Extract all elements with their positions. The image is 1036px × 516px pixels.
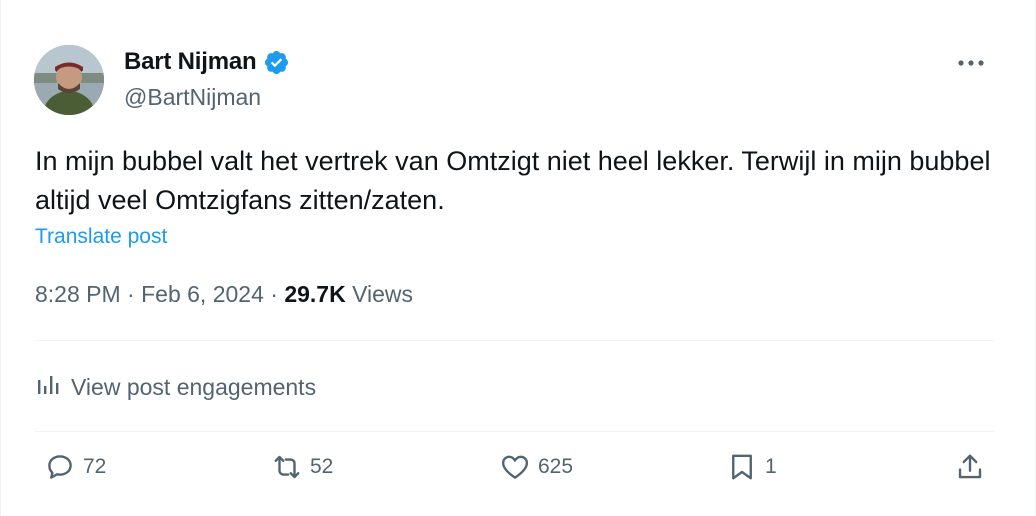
bookmark-button[interactable]: 1 (727, 452, 777, 482)
author-name[interactable]: Bart Nijman (124, 48, 257, 76)
like-button[interactable]: 625 (500, 452, 573, 482)
reply-button[interactable]: 72 (45, 452, 106, 482)
post-meta: 8:28 PM · Feb 6, 2024 · 29.7K Views (35, 281, 413, 308)
views-count: 29.7K (284, 281, 346, 307)
reply-count: 72 (83, 455, 107, 478)
divider (35, 340, 995, 341)
repost-button[interactable]: 52 (272, 452, 333, 482)
tweet-card: Bart Nijman @BartNijman In mijn bubbel v… (0, 0, 1036, 516)
bookmark-icon (732, 454, 752, 480)
post-time[interactable]: 8:28 PM (35, 281, 121, 307)
repost-count: 52 (310, 455, 334, 478)
action-bar: 72 52 625 1 (35, 452, 995, 494)
repost-arrows-icon (274, 455, 300, 479)
verified-badge-icon[interactable] (263, 49, 290, 76)
author-name-row: Bart Nijman (124, 48, 290, 76)
share-upload-icon (958, 454, 982, 479)
post-date[interactable]: Feb 6, 2024 (141, 281, 264, 307)
author-handle[interactable]: @BartNijman (124, 84, 261, 111)
bar-chart-icon (35, 371, 61, 403)
translate-post-link[interactable]: Translate post (35, 225, 167, 249)
meta-separator: · (270, 281, 278, 307)
more-horizontal-icon[interactable] (951, 50, 991, 76)
engagements-label: View post engagements (71, 373, 317, 400)
bookmark-count: 1 (765, 455, 777, 478)
views-label: Views (352, 281, 414, 307)
divider (35, 431, 995, 432)
share-button[interactable] (955, 452, 985, 482)
comment-bubble-icon (48, 455, 72, 479)
meta-separator: · (127, 281, 135, 307)
view-engagements-link[interactable]: View post engagements (35, 371, 316, 403)
heart-icon (501, 455, 529, 479)
post-text: In mijn bubbel valt het vertrek van Omtz… (35, 146, 991, 215)
avatar[interactable] (34, 45, 104, 115)
like-count: 625 (538, 455, 574, 478)
